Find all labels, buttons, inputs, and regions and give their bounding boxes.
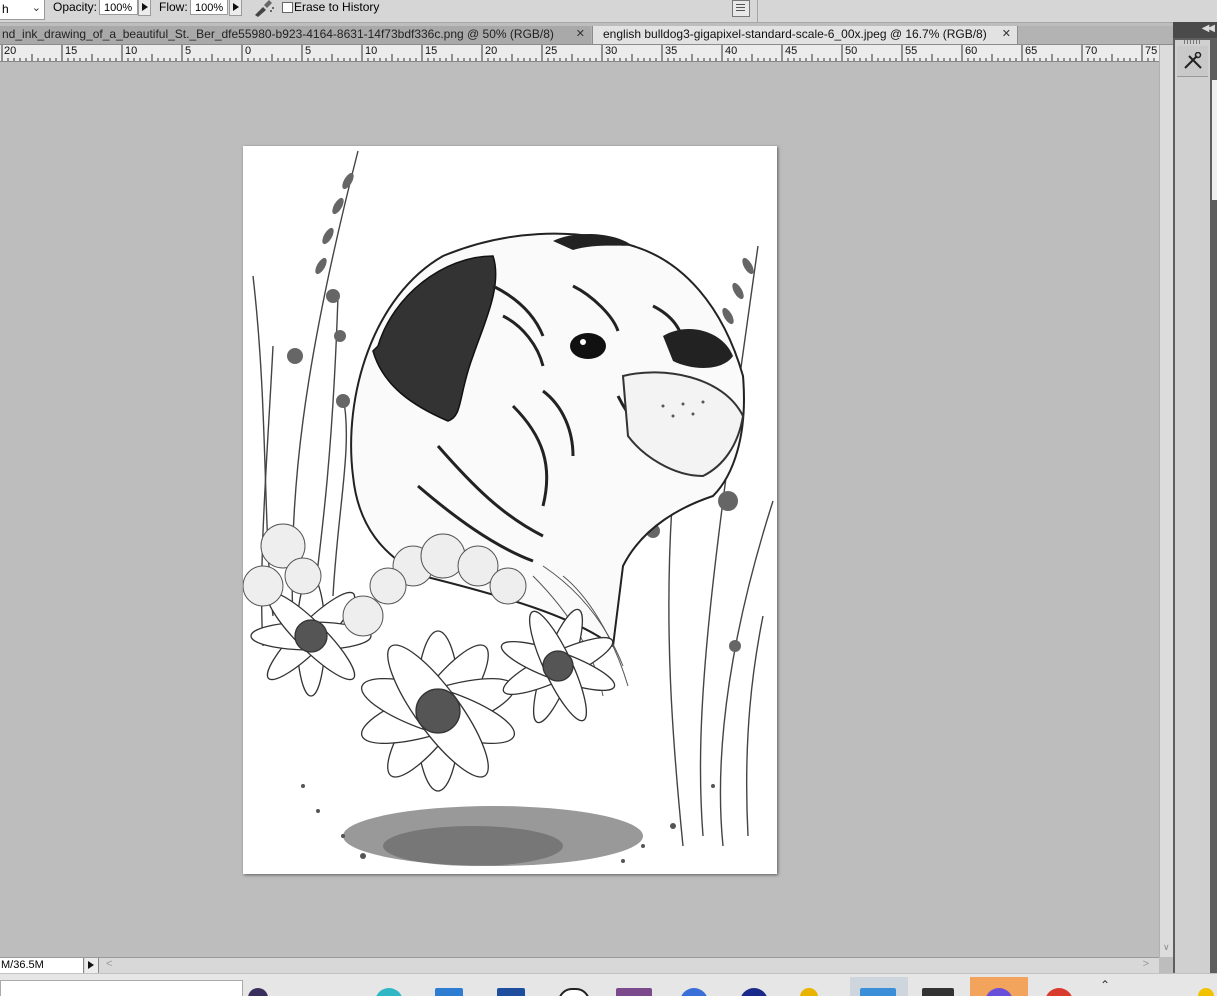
ruler-number: 10 [365,45,378,57]
ruler-ticks [1,45,1155,61]
ruler-number: 20 [485,45,498,57]
ruler-number: 15 [425,45,438,57]
status-bar: M/36.5M < > [0,957,1159,974]
ruler-number: 0 [245,45,252,57]
tab-english-bulldog[interactable]: english bulldog3-gigapixel-standard-scal… [592,26,1018,44]
document-tab-strip: nd_ink_drawing_of_a_beautiful_St._Ber_df… [0,26,1173,45]
ruler-number: 55 [905,45,918,57]
canvas-area[interactable] [0,62,1159,957]
brush-mode-dropdown[interactable]: h ⌄ [0,0,45,20]
document-size[interactable]: M/36.5M [0,958,84,973]
close-icon[interactable]: ✕ [576,26,585,43]
chevron-up-icon[interactable]: ⌃ [1100,978,1110,992]
airbrush-icon[interactable] [253,0,275,17]
options-bar: h ⌄ Opacity: 100% Flow: 100% Erase to Hi… [0,0,1217,23]
divider [757,0,758,22]
ruler-number: 10 [125,45,138,57]
tab-label: nd_ink_drawing_of_a_beautiful_St._Ber_df… [2,27,554,41]
scroll-down-icon[interactable]: ∨ [1163,942,1170,953]
collapse-icon[interactable]: ◀◀ [1202,23,1215,34]
document-image[interactable] [243,146,777,874]
ruler-number: 45 [785,45,798,57]
ruler-number: 40 [725,45,738,57]
opacity-slider-button[interactable] [138,0,151,16]
opacity-label: Opacity: [53,0,98,14]
brush-mode-value: h [2,2,9,16]
vertical-scrollbar[interactable]: ∨ [1159,45,1174,957]
opacity-input[interactable]: 100% [99,0,138,15]
ruler-number: 60 [965,45,978,57]
tool-presets-button[interactable] [1177,46,1208,77]
scroll-left-icon[interactable]: < [106,958,112,970]
tab-st-bernard-drawing[interactable]: nd_ink_drawing_of_a_beautiful_St._Ber_df… [0,26,591,44]
panel-column [1175,40,1210,973]
taskbar: ⌃ [0,973,1217,996]
ruler-number: 75 [1145,45,1158,57]
tools-icon [1184,52,1202,69]
flow-input[interactable]: 100% [190,0,228,15]
horizontal-ruler[interactable]: 20 15 10 5 0 5 10 15 20 25 30 35 40 45 5… [0,45,1159,62]
chevron-down-icon: ⌄ [31,2,41,14]
tab-label: english bulldog3-gigapixel-standard-scal… [603,27,987,41]
taskbar-search[interactable] [0,980,243,996]
ruler-number: 50 [845,45,858,57]
ruler-number: 15 [65,45,78,57]
bulldog-illustration [243,150,774,866]
panel-dock-header[interactable]: ◀◀ [1173,22,1217,38]
panel-icon[interactable] [732,0,750,17]
panel-edge [1212,80,1217,200]
ruler-number: 20 [4,45,17,57]
flow-label: Flow: [159,0,188,14]
ruler-number: 5 [305,45,312,57]
ruler-number: 30 [605,45,618,57]
ruler-number: 35 [665,45,678,57]
ruler-number: 70 [1085,45,1098,57]
close-icon[interactable]: ✕ [1002,26,1011,43]
ruler-number: 5 [185,45,192,57]
erase-to-history-checkbox[interactable] [282,2,293,13]
scroll-right-icon[interactable]: > [1143,958,1149,970]
ruler-number: 65 [1025,45,1038,57]
ruler-number: 25 [545,45,558,57]
play-icon[interactable] [85,958,99,973]
grip-icon[interactable] [1184,40,1202,44]
erase-to-history-label[interactable]: Erase to History [294,0,379,14]
flow-slider-button[interactable] [229,0,242,16]
